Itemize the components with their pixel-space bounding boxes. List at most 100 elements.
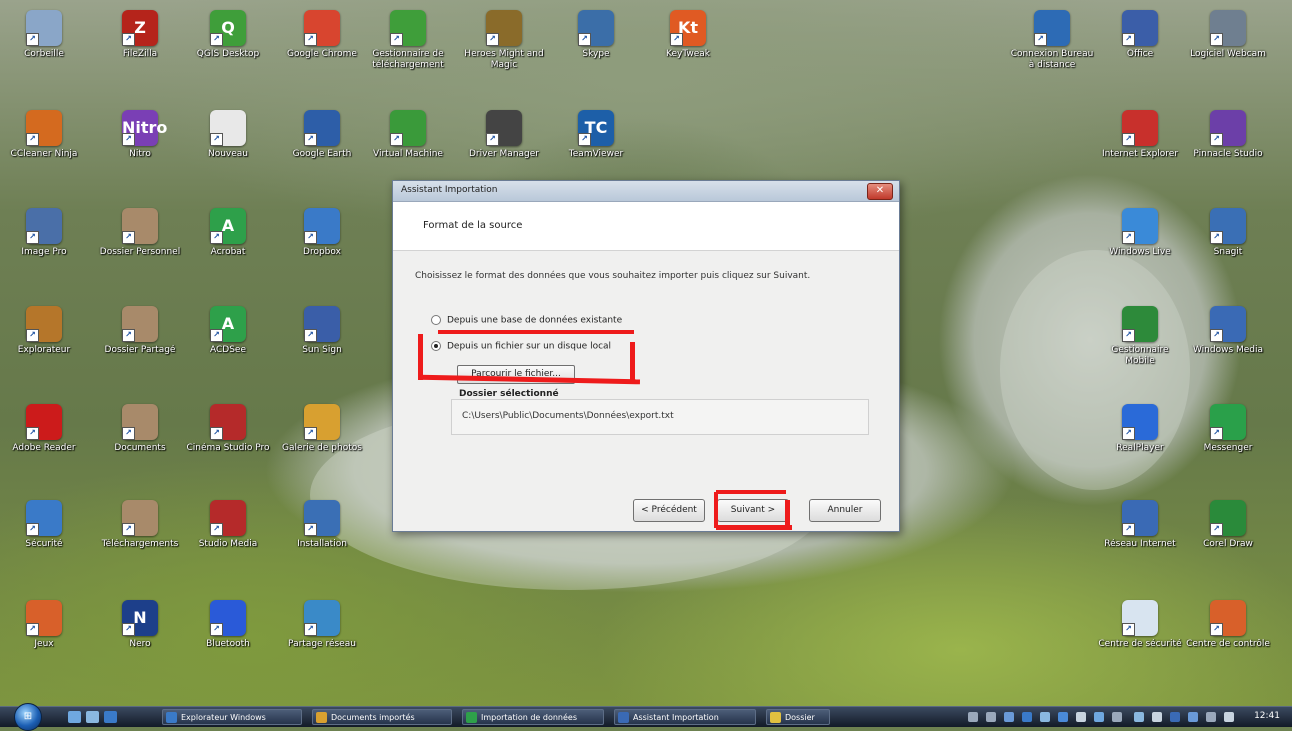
desktop-icon[interactable]: ↗ Réseau Internet — [1097, 500, 1183, 550]
tray-icon[interactable] — [1188, 712, 1198, 722]
desktop-icon[interactable]: ↗ Snagit — [1185, 208, 1271, 258]
desktop-icon[interactable]: ↗ Messenger — [1185, 404, 1271, 454]
shortcut-arrow-icon: ↗ — [304, 231, 317, 244]
desktop-icon[interactable]: ↗ Sun Sign — [279, 306, 365, 356]
desktop-icon[interactable]: ↗ Adobe Reader — [1, 404, 87, 454]
app-icon: TC ↗ — [578, 110, 614, 146]
desktop-icon[interactable]: ↗ Studio Media — [185, 500, 271, 550]
desktop-icon[interactable]: ↗ Google Earth — [279, 110, 365, 160]
desktop-icon[interactable]: ↗ Google Chrome — [279, 10, 365, 60]
desktop-icon[interactable]: ↗ Driver Manager — [461, 110, 547, 160]
desktop-icon[interactable]: ↗ Image Pro — [1, 208, 87, 258]
desktop-icon[interactable]: ↗ Installation — [279, 500, 365, 550]
desktop-icon[interactable]: Kt ↗ KeyTweak — [645, 10, 731, 60]
desktop-icon[interactable]: TC ↗ TeamViewer — [553, 110, 639, 160]
tray-icon[interactable] — [1076, 712, 1086, 722]
desktop-icon[interactable]: ↗ Office — [1097, 10, 1183, 60]
desktop-icon-label: Virtual Machine — [373, 149, 443, 159]
desktop-icon[interactable]: ↗ Sécurité — [1, 500, 87, 550]
taskbar-task-button[interactable]: Dossier — [766, 709, 830, 725]
desktop-icon[interactable]: ↗ Galerie de photos — [279, 404, 365, 454]
desktop-icon[interactable]: ↗ Connexion Bureau à distance — [1009, 10, 1095, 71]
desktop-icon[interactable]: ↗ Cinéma Studio Pro — [185, 404, 271, 454]
tray-icon[interactable] — [1112, 712, 1122, 722]
cancel-button[interactable]: Annuler — [809, 499, 881, 522]
desktop-icon[interactable]: ↗ Logiciel Webcam — [1185, 10, 1271, 60]
desktop-icon[interactable]: ↗ Virtual Machine — [365, 110, 451, 160]
dialog-close-button[interactable]: ✕ — [867, 183, 893, 200]
shortcut-arrow-icon: ↗ — [486, 133, 499, 146]
radio-button[interactable] — [431, 315, 441, 325]
desktop-icon[interactable]: ↗ Windows Media — [1185, 306, 1271, 356]
desktop-icon[interactable]: ↗ Dossier Partagé — [97, 306, 183, 356]
desktop-icon[interactable]: ↗ Skype — [553, 10, 639, 60]
back-button[interactable]: < Précédent — [633, 499, 705, 522]
option-existing-database[interactable]: Depuis une base de données existante — [431, 315, 622, 326]
app-icon: A ↗ — [210, 208, 246, 244]
tray-icon[interactable] — [1040, 712, 1050, 722]
desktop-icon[interactable]: ↗ RealPlayer — [1097, 404, 1183, 454]
switch-windows-icon[interactable] — [86, 711, 99, 723]
tray-icon[interactable] — [1094, 712, 1104, 722]
browser-icon[interactable] — [104, 711, 117, 723]
desktop-icon[interactable]: ↗ Pinnacle Studio — [1185, 110, 1271, 160]
desktop-icon-label: Bluetooth — [206, 639, 250, 649]
desktop-icon[interactable]: ↗ Gestionnaire Mobile — [1097, 306, 1183, 367]
desktop-icon[interactable]: ↗ Windows Live — [1097, 208, 1183, 258]
clock[interactable]: 12:41 — [1254, 711, 1280, 721]
desktop-icon[interactable]: ↗ CCleaner Ninja — [1, 110, 87, 160]
desktop-icon-label: Sécurité — [25, 539, 63, 549]
tray-icon[interactable] — [968, 712, 978, 722]
desktop-icon[interactable]: ↗ Explorateur — [1, 306, 87, 356]
show-desktop-icon[interactable] — [68, 711, 81, 723]
desktop-icon[interactable]: Q ↗ QGIS Desktop — [185, 10, 271, 60]
desktop-icon-label: Messenger — [1203, 443, 1253, 453]
tray-icon[interactable] — [1170, 712, 1180, 722]
network-icon[interactable] — [1134, 712, 1144, 722]
desktop-icon[interactable]: ↗ Nouveau — [185, 110, 271, 160]
desktop-icon[interactable]: ↗ Jeux — [1, 600, 87, 650]
desktop-icon[interactable]: ↗ Gestionnaire de téléchargement — [365, 10, 451, 71]
shortcut-arrow-icon: ↗ — [26, 623, 39, 636]
tray-icon[interactable] — [1224, 712, 1234, 722]
desktop-icon[interactable]: N ↗ Nero — [97, 600, 183, 650]
desktop-icon[interactable]: ↗ Heroes Might and Magic — [461, 10, 547, 71]
shortcut-arrow-icon: ↗ — [1210, 329, 1223, 342]
tray-icon[interactable] — [1022, 712, 1032, 722]
radio-button-selected[interactable] — [431, 341, 441, 351]
desktop-icon[interactable]: ↗ Internet Explorer — [1097, 110, 1183, 160]
desktop-icon[interactable]: ↗ Centre de sécurité — [1097, 600, 1183, 650]
desktop-icon[interactable]: ↗ Dossier Personnel — [97, 208, 183, 258]
desktop-icon[interactable]: ↗ Corel Draw — [1185, 500, 1271, 550]
desktop-icon[interactable]: ↗ Corbeille — [1, 10, 87, 60]
desktop-icon[interactable]: ↗ Documents — [97, 404, 183, 454]
tray-icon[interactable] — [1004, 712, 1014, 722]
tray-icon[interactable] — [986, 712, 996, 722]
taskbar-task-button[interactable]: Importation de données — [462, 709, 604, 725]
volume-icon[interactable] — [1152, 712, 1162, 722]
desktop-icon[interactable]: ↗ Partage réseau — [279, 600, 365, 650]
desktop-icon[interactable]: ↗ Dropbox — [279, 208, 365, 258]
option-local-file[interactable]: Depuis un fichier sur un disque local — [431, 341, 611, 352]
start-button[interactable]: ⊞ — [14, 703, 42, 731]
task-label: Explorateur Windows — [181, 713, 266, 722]
desktop-icon-label: Logiciel Webcam — [1190, 49, 1266, 59]
desktop-icon[interactable]: Nitro ↗ Nitro — [97, 110, 183, 160]
tray-icon[interactable] — [1058, 712, 1068, 722]
taskbar-task-button[interactable]: Assistant Importation — [614, 709, 756, 725]
next-button[interactable]: Suivant > — [717, 499, 789, 522]
taskbar-task-button[interactable]: Documents importés — [312, 709, 452, 725]
desktop-icon[interactable]: Z ↗ FileZilla — [97, 10, 183, 60]
dialog-titlebar[interactable]: Assistant Importation ✕ — [393, 181, 899, 202]
desktop-icon[interactable]: ↗ Bluetooth — [185, 600, 271, 650]
app-icon: ↗ — [26, 10, 62, 46]
desktop-icon[interactable]: ↗ Centre de contrôle — [1185, 600, 1271, 650]
desktop-icon[interactable]: A ↗ Acrobat — [185, 208, 271, 258]
annotation-line — [438, 330, 634, 334]
desktop-icon[interactable]: A ↗ ACDSee — [185, 306, 271, 356]
taskbar-task-button[interactable]: Explorateur Windows — [162, 709, 302, 725]
desktop-icon[interactable]: ↗ Téléchargements — [97, 500, 183, 550]
tray-icon[interactable] — [1206, 712, 1216, 722]
shortcut-arrow-icon: ↗ — [304, 133, 317, 146]
app-icon: ↗ — [304, 10, 340, 46]
